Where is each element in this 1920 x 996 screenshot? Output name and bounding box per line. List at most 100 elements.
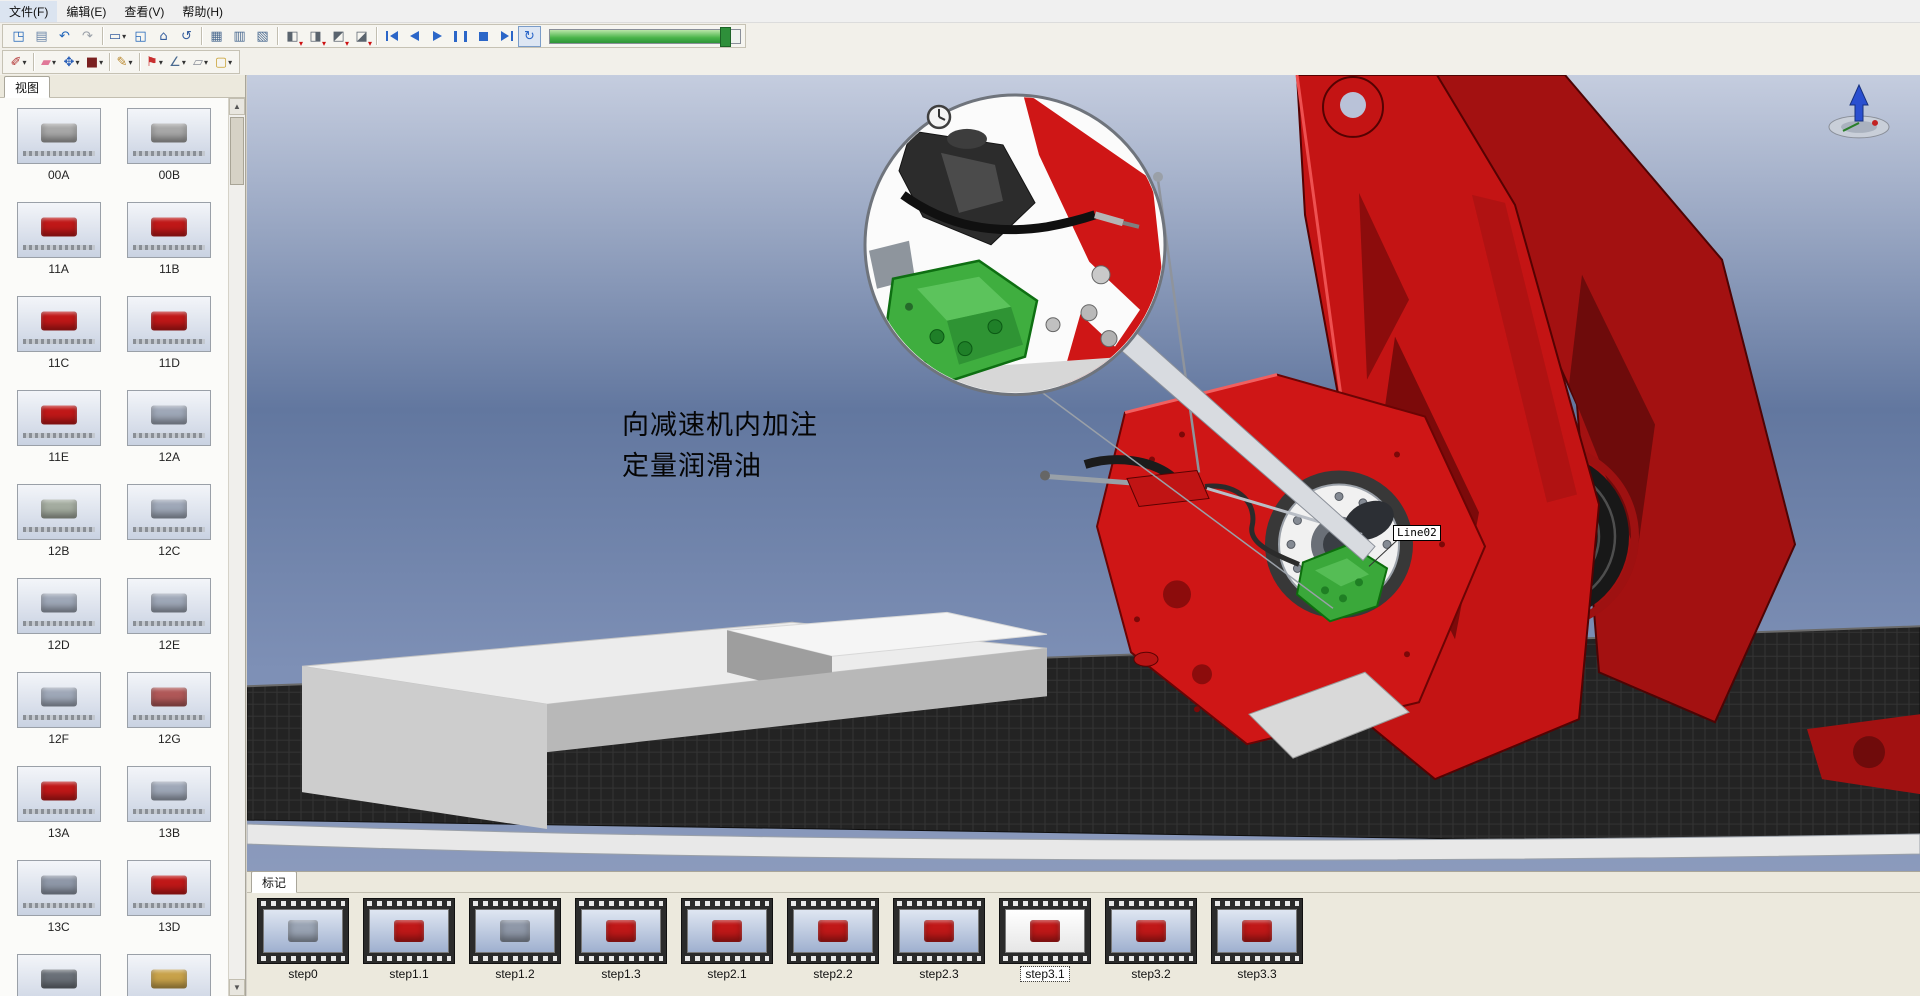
view-thumbnail[interactable]: 12D [7,578,111,666]
playback-stop-button[interactable] [472,26,495,47]
display-mode-icon: ▭ [109,30,121,43]
view-thumbnail-image [17,202,101,258]
step-label: step3.2 [1127,967,1174,981]
step-thumbnail[interactable]: step3.1 [999,898,1091,981]
undo-button[interactable]: ↶ [53,26,76,47]
view-thumbnail[interactable]: 13B [117,766,221,854]
menu-item-file[interactable]: 文件(F) [0,1,57,22]
measure-tool-button[interactable]: ∠▾ [166,52,189,73]
fit-view-button[interactable]: ◱ [129,26,152,47]
highlight-tool-button[interactable]: ▰▾ [37,52,60,73]
playback-progress-slider[interactable] [549,29,741,44]
step-preview [263,909,343,953]
view-thumbnail[interactable]: 11A [7,202,111,290]
views-scrollbar[interactable]: ▲ ▼ [228,98,245,996]
step-preview [687,909,767,953]
viewport-3d[interactable]: 向减速机内加注 定量润滑油 Line02 [247,75,1920,871]
film-holes [1109,956,1193,961]
steps-tabstrip: 标记 [247,872,1920,893]
open-button[interactable]: ◳ [7,26,30,47]
dropdown-caret-icon: ▾ [122,32,126,41]
snapshot-a-button[interactable]: ◧ [281,26,304,47]
view-thumbnail[interactable]: 11B [117,202,221,290]
step-thumbnail[interactable]: step1.1 [363,898,455,981]
menu-item-view[interactable]: 查看(V) [115,1,173,22]
marker-tool-button[interactable]: ✐▾ [7,52,30,73]
step-thumbnail[interactable]: step3.3 [1211,898,1303,981]
spin-view-button[interactable]: ↺ [175,26,198,47]
note-tool-button[interactable]: ▢▾ [212,52,235,73]
film-frame [681,898,773,964]
view-thumbnail[interactable]: 12A [117,390,221,478]
markup-toolbar-group: ✐▾▰▾✥▾■▾✎▾⚑▾∠▾▱▾▢▾ [2,50,240,74]
playback-next-button[interactable] [495,26,518,47]
view-thumbnail-label: 13A [48,826,69,840]
view-thumbnail[interactable]: 13C [7,860,111,948]
display-mode-button[interactable]: ▭▾ [106,26,129,47]
step-thumbnail[interactable]: step0 [257,898,349,981]
sheet-button[interactable]: ▧ [251,26,274,47]
part-preview [1030,920,1060,942]
playback-pause-button[interactable] [449,26,472,47]
film-holes [897,901,981,906]
view-thumbnail[interactable]: 13D [117,860,221,948]
view-thumbnail[interactable]: 13A [7,766,111,854]
dropdown-caret-icon: ▾ [159,58,163,67]
view-thumbnail[interactable]: 00A [7,108,111,196]
eraser-tool-button[interactable]: ▱▾ [189,52,212,73]
view-thumbnail[interactable]: 11C [7,296,111,384]
view-thumbnail[interactable]: 12G [117,672,221,760]
snapshot-d-icon: ◪ [355,30,367,43]
view-thumbnail[interactable]: 00B [117,108,221,196]
playback-stop-icon [479,32,488,41]
part-preview [151,406,187,425]
step-thumbnail[interactable]: step2.1 [681,898,773,981]
pan-tool-button[interactable]: ✥▾ [60,52,83,73]
part-preview [41,312,77,331]
export-button[interactable]: ▤ [30,26,53,47]
step-thumbnail[interactable]: step1.2 [469,898,561,981]
progress-thumb[interactable] [720,27,731,47]
view-thumbnail[interactable] [117,954,221,996]
line02-label[interactable]: Line02 [1393,525,1441,541]
playback-next-icon [501,31,513,41]
grid-button[interactable]: ▦ [205,26,228,47]
film-frame [575,898,667,964]
playback-prev-button[interactable] [403,26,426,47]
step-thumbnail[interactable]: step3.2 [1105,898,1197,981]
scroll-up-icon[interactable]: ▲ [229,98,245,115]
flag-tool-button[interactable]: ⚑▾ [143,52,166,73]
step-thumbnail[interactable]: step2.3 [893,898,985,981]
scrollbar-thumb[interactable] [230,117,244,185]
view-thumbnail[interactable]: 11D [117,296,221,384]
measure-grid-button[interactable]: ▥ [228,26,251,47]
step-thumbnail[interactable]: step1.3 [575,898,667,981]
steps-tab[interactable]: 标记 [251,871,297,893]
views-tab[interactable]: 视图 [4,76,50,98]
menu-item-edit[interactable]: 编辑(E) [57,1,115,22]
redo-button[interactable]: ↷ [76,26,99,47]
note-tool-icon: ▢ [215,56,227,69]
scroll-down-icon[interactable]: ▼ [229,979,245,996]
home-view-button[interactable]: ⌂ [152,26,175,47]
view-thumbnail-image [17,390,101,446]
step-thumbnail[interactable]: step2.2 [787,898,879,981]
export-icon: ▤ [35,30,47,43]
view-thumbnail[interactable]: 12B [7,484,111,572]
view-thumbnail-label: 00A [48,168,69,182]
view-thumbnail[interactable]: 12E [117,578,221,666]
snapshot-d-button[interactable]: ◪ [350,26,373,47]
menu-item-help[interactable]: 帮助(H) [173,1,232,22]
snapshot-b-button[interactable]: ◨ [304,26,327,47]
pencil-tool-button[interactable]: ✎▾ [113,52,136,73]
fill-color-button[interactable]: ■▾ [83,52,106,73]
view-thumbnail[interactable] [7,954,111,996]
view-thumbnail[interactable]: 12F [7,672,111,760]
loop-button[interactable]: ↻ [518,26,541,47]
view-thumbnail[interactable]: 12C [117,484,221,572]
playback-first-button[interactable] [380,26,403,47]
view-thumbnail[interactable]: 11E [7,390,111,478]
playback-play-button[interactable] [426,26,449,47]
snapshot-c-button[interactable]: ◩ [327,26,350,47]
view-thumbnail-image [17,672,101,728]
